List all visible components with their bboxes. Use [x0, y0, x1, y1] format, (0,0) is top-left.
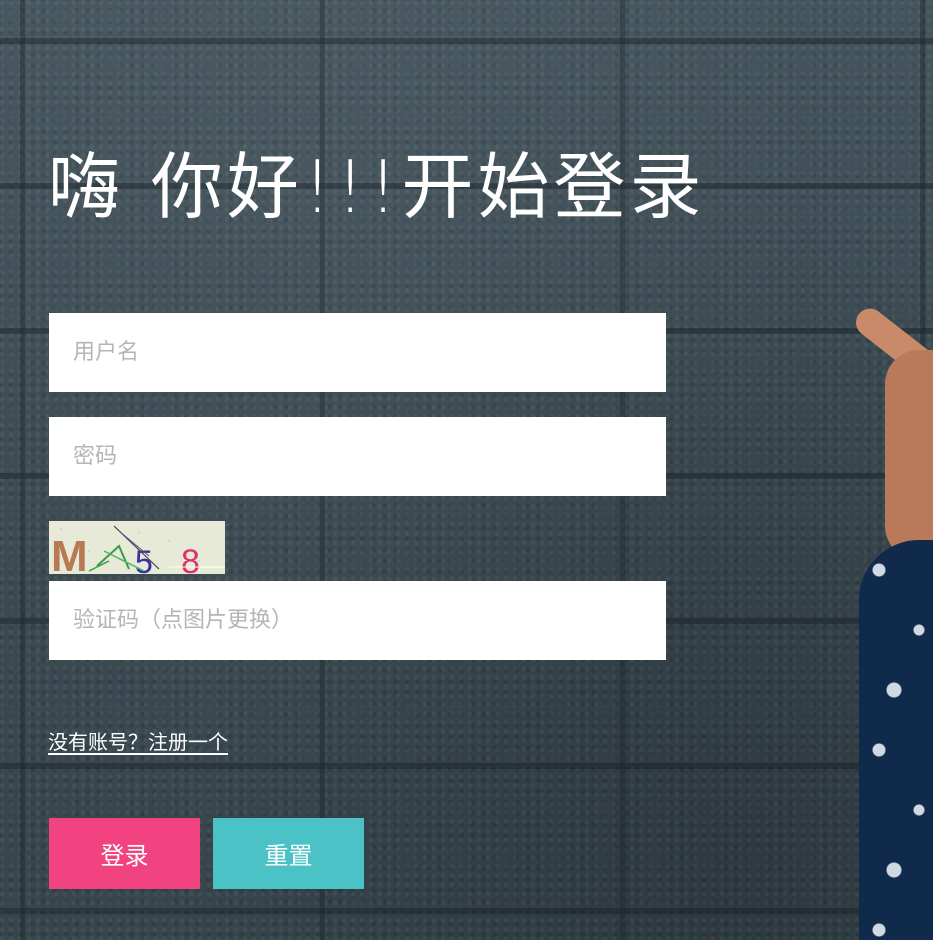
shirt: [859, 540, 933, 940]
page-title: 嗨 你好!!!开始登录: [48, 145, 706, 229]
register-link[interactable]: 没有账号？注册一个: [48, 726, 228, 755]
captcha-input[interactable]: [49, 581, 666, 660]
svg-text:8: 8: [181, 543, 200, 574]
password-input[interactable]: [49, 417, 666, 496]
captcha-image[interactable]: M 5 8: [49, 521, 225, 574]
svg-text:M: M: [51, 532, 88, 574]
background-person: [823, 290, 933, 940]
hand: [885, 350, 933, 560]
login-button[interactable]: 登录: [49, 818, 200, 889]
username-input[interactable]: [49, 313, 666, 392]
reset-button[interactable]: 重置: [213, 818, 364, 889]
captcha-graphic: M 5 8: [49, 521, 225, 574]
